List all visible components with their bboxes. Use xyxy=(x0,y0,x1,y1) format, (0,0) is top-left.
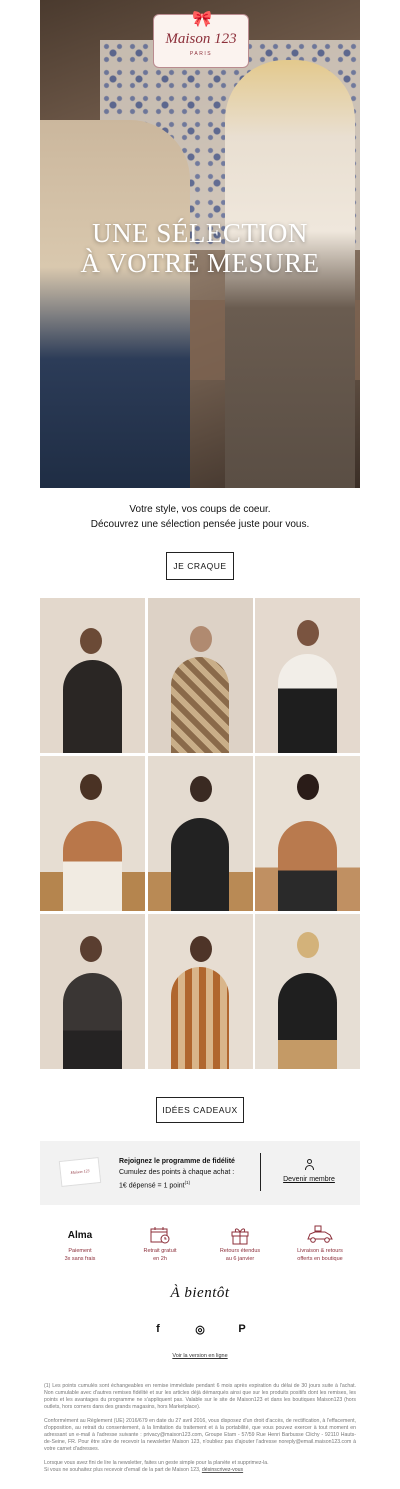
loyalty-rate: 1€ dépensé = 1 point xyxy=(119,1182,185,1190)
service-delivery[interactable]: Livraison & retours offerts en boutique xyxy=(280,1225,360,1263)
gift-icon xyxy=(200,1225,280,1245)
intro-text: Votre style, vos coups de coeur. Découvr… xyxy=(0,502,400,532)
newsletter: 🎀 Maison 123 PARIS UNE SÉLECTION À VOTRE… xyxy=(0,0,400,1474)
social-links: f ◎ P xyxy=(0,1322,400,1336)
pinterest-icon[interactable]: P xyxy=(235,1322,249,1336)
product-photo[interactable] xyxy=(255,756,360,911)
loyalty-line1: Cumulez des points à chaque achat : xyxy=(119,1168,235,1176)
service-pickup-line2: en 2h xyxy=(153,1255,167,1262)
intro-line2: Découvrez une sélection pensée juste pou… xyxy=(90,519,310,530)
user-icon xyxy=(304,1159,315,1170)
service-returns-line2: au 6 janvier xyxy=(225,1255,255,1262)
logo-city: PARIS xyxy=(189,51,213,57)
service-alma[interactable]: Alma Paiement 3x sans frais xyxy=(40,1225,120,1263)
car-gift-icon xyxy=(280,1225,360,1245)
logo-brand-name: Maison 123 xyxy=(165,31,237,47)
service-pickup-line1: Retrait gratuit xyxy=(143,1248,177,1254)
idees-cadeaux-button[interactable]: IDÉES CADEAUX xyxy=(156,1097,244,1123)
service-delivery-line1: Livraison & retours xyxy=(297,1248,343,1254)
bow-icon: 🎀 xyxy=(192,11,212,28)
become-member-label[interactable]: Devenir membre xyxy=(276,1176,342,1183)
product-grid xyxy=(40,598,360,1069)
calendar-clock-icon xyxy=(120,1225,200,1245)
service-returns[interactable]: Retours étendus au 6 janvier xyxy=(200,1225,280,1263)
product-photo[interactable] xyxy=(40,598,145,753)
product-photo[interactable] xyxy=(147,914,253,1069)
footnote-mark: (1) xyxy=(184,1180,191,1185)
signoff: À bientôt xyxy=(170,1285,230,1301)
product-photo[interactable] xyxy=(147,598,253,753)
unsubscribe-link[interactable]: désinscrivez-vous xyxy=(202,1467,243,1473)
service-alma-line2: 3x sans frais xyxy=(64,1255,96,1262)
service-delivery-line2: offerts en boutique xyxy=(297,1255,343,1262)
divider xyxy=(260,1153,261,1191)
legal-text: (1) Les points cumulés sont échangeables… xyxy=(44,1383,356,1474)
legal-planet: Lorsque vous avez fini de lire la newsle… xyxy=(44,1460,269,1466)
hero-title-line2: À VOTRE MESURE xyxy=(80,248,320,278)
services-bar: Alma Paiement 3x sans frais Retrait gratu… xyxy=(40,1225,360,1265)
intro-line1: Votre style, vos coups de coeur. xyxy=(129,504,271,515)
product-photo[interactable] xyxy=(255,914,360,1069)
loyalty-text: Rejoignez le programme de fidélité Cumul… xyxy=(119,1157,235,1192)
legal-unsub-text: Si vous ne souhaitez plus recevoir d'ema… xyxy=(44,1467,201,1473)
become-member-link[interactable]: Devenir membre xyxy=(276,1159,342,1183)
service-returns-line1: Retours étendus xyxy=(219,1248,261,1254)
card-brand: Maison 123 xyxy=(70,1168,90,1175)
model-left xyxy=(40,120,190,488)
legal-paragraph-2: Conformément au Règlement (UE) 2016/679 … xyxy=(44,1418,356,1452)
loyalty-line2: 1€ dépensé = 1 point(1) xyxy=(119,1178,235,1192)
loyalty-card-image: Maison 123 xyxy=(58,1156,102,1188)
service-pickup[interactable]: Retrait gratuit en 2h xyxy=(120,1225,200,1263)
product-photo[interactable] xyxy=(255,598,360,753)
legal-paragraph-3: Lorsque vous avez fini de lire la newsle… xyxy=(44,1460,356,1474)
product-photo[interactable] xyxy=(147,756,253,911)
hero-title-line1: UNE SÉLECTION xyxy=(92,218,308,248)
loyalty-title: Rejoignez le programme de fidélité xyxy=(119,1158,235,1165)
product-photo[interactable] xyxy=(40,756,145,911)
view-online-link[interactable]: Voir la version en ligne xyxy=(0,1353,400,1359)
hero-banner[interactable]: 🎀 Maison 123 PARIS UNE SÉLECTION À VOTRE… xyxy=(40,0,360,488)
brand-logo[interactable]: 🎀 Maison 123 PARIS xyxy=(153,11,249,68)
hero-title: UNE SÉLECTION À VOTRE MESURE xyxy=(40,218,360,278)
facebook-icon[interactable]: f xyxy=(151,1322,165,1336)
je-craque-button[interactable]: JE CRAQUE xyxy=(166,552,234,580)
service-alma-line1: Paiement xyxy=(68,1248,92,1254)
loyalty-banner[interactable]: Maison 123 Rejoignez le programme de fid… xyxy=(40,1141,360,1205)
product-photo[interactable] xyxy=(40,914,145,1069)
legal-paragraph-1: (1) Les points cumulés sont échangeables… xyxy=(44,1383,356,1410)
alma-logo: Alma xyxy=(67,1229,93,1241)
instagram-icon[interactable]: ◎ xyxy=(193,1322,207,1336)
